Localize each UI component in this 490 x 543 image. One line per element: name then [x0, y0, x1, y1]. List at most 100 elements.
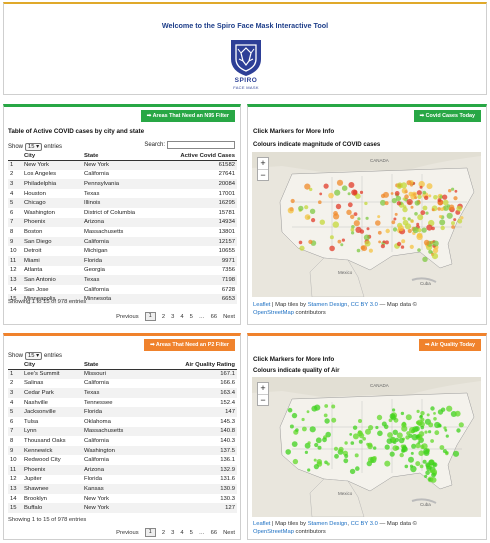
map-marker[interactable] — [410, 451, 414, 455]
map-marker[interactable] — [333, 213, 340, 220]
map-marker[interactable] — [422, 256, 428, 262]
map-marker[interactable] — [384, 444, 390, 450]
map-marker[interactable] — [389, 451, 395, 457]
map-marker[interactable] — [378, 240, 381, 244]
table-row[interactable]: 14 Brooklyn New York 130.3 — [8, 494, 237, 504]
covid-map[interactable]: CANADA Mexico Cuba + − — [252, 152, 481, 297]
map-marker[interactable] — [410, 205, 414, 209]
map-marker[interactable] — [324, 460, 328, 465]
column-header-city[interactable]: City — [22, 152, 82, 161]
map-marker[interactable] — [367, 443, 373, 450]
map-marker[interactable] — [304, 450, 308, 454]
page-button-66[interactable]: 66 — [211, 314, 217, 320]
map-marker[interactable] — [458, 422, 464, 428]
map-marker[interactable] — [324, 404, 329, 408]
map-marker[interactable] — [346, 209, 352, 215]
map-marker[interactable] — [426, 183, 433, 190]
map-marker[interactable] — [333, 446, 339, 451]
map-marker[interactable] — [389, 413, 396, 420]
map-marker[interactable] — [425, 211, 429, 215]
map-marker[interactable] — [414, 200, 420, 206]
map-marker[interactable] — [417, 248, 421, 252]
stamen-link[interactable]: Stamen Design — [308, 521, 348, 527]
map-marker[interactable] — [338, 446, 344, 452]
air-map[interactable]: CANADA Mexico Cuba + − — [252, 377, 481, 517]
map-marker[interactable] — [406, 198, 413, 206]
map-marker[interactable] — [334, 453, 339, 459]
map-marker[interactable] — [412, 426, 419, 433]
table-row[interactable]: 10 Redwood City California 136.1 — [8, 455, 237, 465]
map-marker[interactable] — [446, 405, 453, 412]
map-marker[interactable] — [445, 434, 449, 438]
map-marker[interactable] — [311, 218, 316, 223]
map-marker[interactable] — [313, 458, 317, 462]
table-row[interactable]: 8 Boston Massachusetts 13801 — [8, 227, 237, 237]
map-marker[interactable] — [451, 187, 455, 191]
table-row[interactable]: 4 Nashville Tennessee 152.4 — [8, 398, 237, 408]
map-marker[interactable] — [405, 414, 412, 421]
map-marker[interactable] — [351, 189, 358, 196]
map-marker[interactable] — [396, 201, 402, 206]
map-marker[interactable] — [407, 217, 411, 221]
map-marker[interactable] — [384, 201, 389, 206]
table-row[interactable]: 6 Tulsa Oklahoma 145.3 — [8, 417, 237, 427]
map-marker[interactable] — [401, 239, 406, 244]
table-row[interactable]: 4 Houston Texas 17001 — [8, 189, 237, 199]
map-marker[interactable] — [426, 413, 430, 417]
leaflet-link[interactable]: Leaflet — [253, 302, 270, 308]
map-marker[interactable] — [433, 195, 438, 200]
map-marker[interactable] — [414, 196, 418, 200]
air-quality-badge[interactable]: ➡ Air Quality Today — [418, 339, 481, 351]
map-marker[interactable] — [428, 430, 432, 434]
map-marker[interactable] — [323, 413, 328, 418]
map-marker[interactable] — [298, 205, 304, 212]
map-marker[interactable] — [381, 421, 387, 427]
map-marker[interactable] — [430, 406, 435, 411]
map-marker[interactable] — [348, 182, 355, 188]
map-marker[interactable] — [437, 409, 444, 415]
map-marker[interactable] — [372, 456, 377, 461]
license-link[interactable]: CC BY 3.0 — [351, 302, 378, 308]
map-marker[interactable] — [417, 214, 424, 221]
map-marker[interactable] — [415, 442, 421, 449]
map-marker[interactable] — [431, 208, 435, 212]
map-marker[interactable] — [434, 430, 440, 436]
map-marker[interactable] — [428, 422, 434, 428]
map-marker[interactable] — [391, 198, 397, 204]
map-marker[interactable] — [350, 441, 355, 445]
table-row[interactable]: 11 Miami Florida 9971 — [8, 255, 237, 266]
next-page-button[interactable]: Next — [223, 530, 235, 536]
map-marker[interactable] — [307, 441, 311, 445]
map-marker[interactable] — [456, 205, 463, 212]
map-marker[interactable] — [304, 205, 309, 210]
table-row[interactable]: 15 Buffalo New York 127 — [8, 503, 237, 513]
map-marker[interactable] — [384, 460, 391, 467]
column-header-state[interactable]: State — [82, 152, 170, 161]
map-marker[interactable] — [357, 217, 361, 221]
map-marker[interactable] — [377, 430, 383, 437]
map-marker[interactable] — [419, 464, 424, 469]
map-marker[interactable] — [442, 194, 448, 200]
table-row[interactable]: 1 New York New York 61582 — [8, 160, 237, 170]
map-marker[interactable] — [314, 442, 319, 448]
map-marker[interactable] — [414, 212, 418, 216]
map-marker[interactable] — [304, 214, 311, 220]
map-marker[interactable] — [420, 425, 425, 430]
page-button-5[interactable]: 5 — [190, 530, 193, 536]
map-marker[interactable] — [343, 458, 349, 464]
map-marker[interactable] — [359, 190, 364, 194]
map-marker[interactable] — [457, 218, 463, 224]
map-marker[interactable] — [415, 421, 420, 425]
map-marker[interactable] — [424, 195, 429, 200]
map-marker[interactable] — [313, 464, 319, 470]
table-row[interactable]: 5 Chicago Illinois 16295 — [8, 198, 237, 208]
table-row[interactable]: 9 Kennewick Washington 137.5 — [8, 445, 237, 456]
map-marker[interactable] — [392, 408, 396, 412]
map-marker[interactable] — [402, 216, 406, 221]
table-row[interactable]: 7 Lynn Massachusetts 140.8 — [8, 426, 237, 437]
map-marker[interactable] — [304, 183, 311, 190]
column-header-cases[interactable]: Active Covid Cases — [170, 152, 237, 161]
page-length-select[interactable]: 15 ▾ — [25, 143, 43, 151]
map-marker[interactable] — [448, 189, 452, 193]
map-marker[interactable] — [422, 459, 427, 464]
